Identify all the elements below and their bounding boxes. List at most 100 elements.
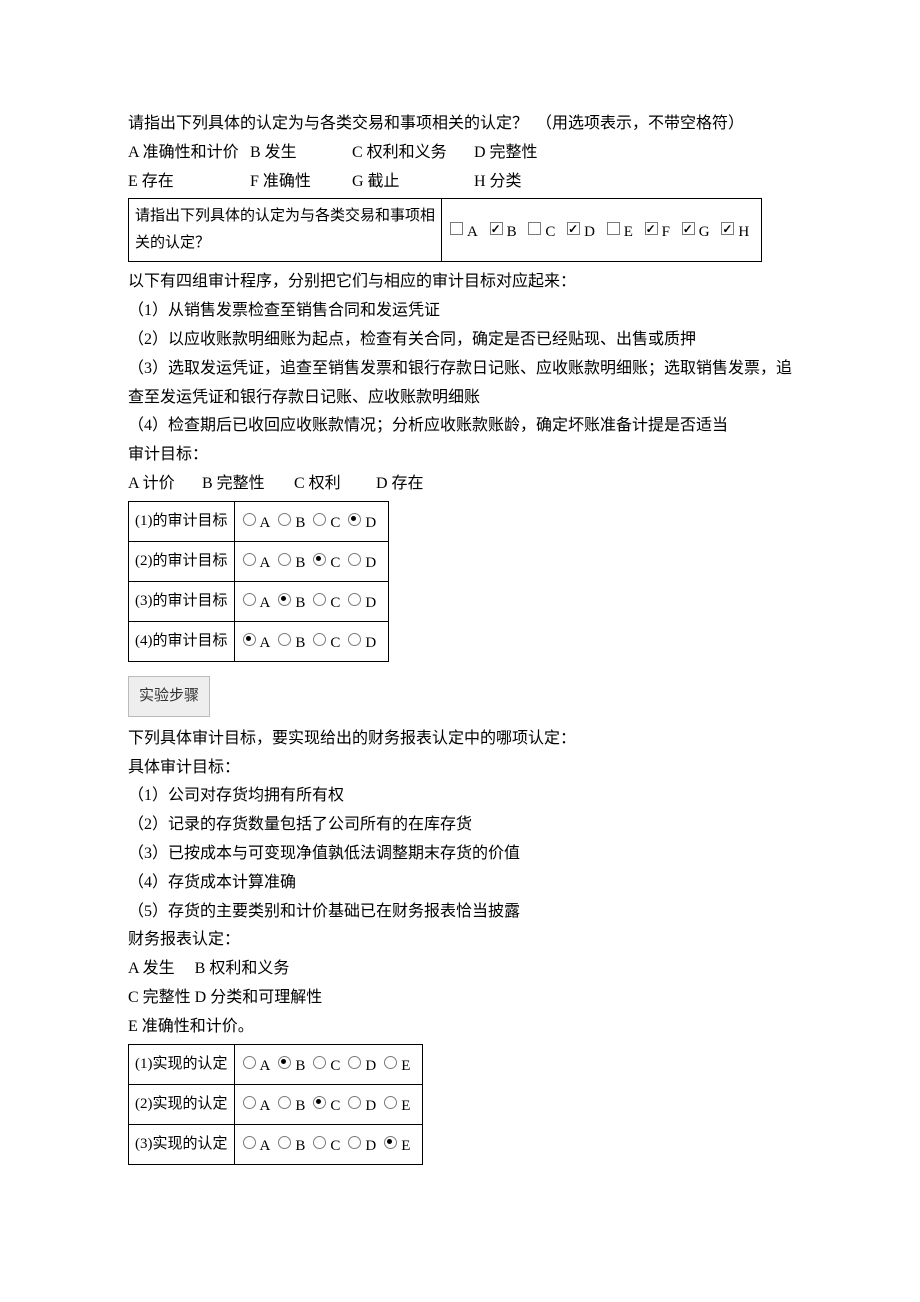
radio-label: A	[260, 635, 271, 651]
radio-b[interactable]	[278, 593, 291, 606]
row-label: (3)实现的认定	[129, 1124, 235, 1164]
checkbox-c[interactable]	[528, 222, 541, 235]
radio-d[interactable]	[348, 593, 361, 606]
radio-label: D	[365, 555, 376, 571]
q2-item-2: （2）以应收账款明细账为起点，检查有关合同，确定是否已经贴现、出售或质押	[128, 326, 792, 355]
radio-c[interactable]	[313, 1136, 326, 1149]
checkbox-label-c: C	[545, 224, 555, 240]
radio-a[interactable]	[243, 1136, 256, 1149]
radio-d[interactable]	[348, 1136, 361, 1149]
checkbox-b[interactable]	[490, 222, 503, 235]
checkbox-e[interactable]	[607, 222, 620, 235]
radio-d[interactable]	[348, 513, 361, 526]
q1-prompt: 请指出下列具体的认定为与各类交易和事项相关的认定？ （用选项表示，不带空格符）	[128, 110, 792, 139]
row-label: (3)的审计目标	[129, 581, 235, 621]
radio-label: C	[330, 1138, 340, 1154]
q2-options: A 计价 B 完整性 C 权利 D 存在	[128, 470, 792, 499]
radio-label: C	[330, 515, 340, 531]
radio-label: A	[260, 515, 271, 531]
radio-b[interactable]	[278, 553, 291, 566]
row-label: (2)的审计目标	[129, 541, 235, 581]
checkbox-label-h: H	[738, 224, 749, 240]
radio-c[interactable]	[313, 633, 326, 646]
q3-item-2: （2）记录的存货数量包括了公司所有的在库存货	[128, 811, 792, 840]
checkbox-h[interactable]	[721, 222, 734, 235]
row-label: (2)实现的认定	[129, 1084, 235, 1124]
radio-label: C	[330, 555, 340, 571]
q1-opt-b: B 发生	[250, 139, 348, 168]
radio-label: C	[330, 595, 340, 611]
q1-checkbox-cell: A B C D E F G H	[442, 199, 762, 262]
checkbox-d[interactable]	[567, 222, 580, 235]
q3-opts-line1: A 发生 B 权利和义务	[128, 955, 792, 984]
radio-c[interactable]	[313, 553, 326, 566]
row-options: ABCD	[234, 581, 389, 621]
radio-a[interactable]	[243, 633, 256, 646]
checkbox-g[interactable]	[682, 222, 695, 235]
radio-c[interactable]	[313, 513, 326, 526]
radio-a[interactable]	[243, 1056, 256, 1069]
q2-targets-label: 审计目标：	[128, 441, 792, 470]
radio-b[interactable]	[278, 1096, 291, 1109]
row-label: (1)的审计目标	[129, 501, 235, 541]
radio-label: B	[295, 515, 305, 531]
radio-e[interactable]	[384, 1136, 397, 1149]
radio-a[interactable]	[243, 1096, 256, 1109]
q2-opt-a: A 计价	[128, 470, 198, 499]
q3-item-4: （4）存货成本计算准确	[128, 869, 792, 898]
row-options: ABCDE	[234, 1084, 423, 1124]
q1-opt-f: F 准确性	[250, 168, 348, 197]
q2-item-1: （1）从销售发票检查至销售合同和发运凭证	[128, 297, 792, 326]
radio-a[interactable]	[243, 513, 256, 526]
radio-d[interactable]	[348, 633, 361, 646]
q3-sub1: 具体审计目标：	[128, 754, 792, 783]
q1-opt-a: A 准确性和计价	[128, 139, 246, 168]
checkbox-label-d: D	[584, 224, 595, 240]
radio-label: A	[260, 1098, 271, 1114]
radio-a[interactable]	[243, 593, 256, 606]
radio-c[interactable]	[313, 593, 326, 606]
radio-e[interactable]	[384, 1056, 397, 1069]
radio-d[interactable]	[348, 1096, 361, 1109]
radio-b[interactable]	[278, 513, 291, 526]
row-label: (1)实现的认定	[129, 1044, 235, 1084]
radio-label: D	[365, 1098, 376, 1114]
q3-item-3: （3）已按成本与可变现净值孰低法调整期末存货的价值	[128, 840, 792, 869]
checkbox-a[interactable]	[450, 222, 463, 235]
q2-opt-c: C 权利	[294, 470, 372, 499]
radio-a[interactable]	[243, 553, 256, 566]
q1-opt-e: E 存在	[128, 168, 246, 197]
radio-label: B	[295, 635, 305, 651]
row-label: (4)的审计目标	[129, 621, 235, 661]
row-options: ABCD	[234, 501, 389, 541]
radio-d[interactable]	[348, 553, 361, 566]
radio-label: A	[260, 1138, 271, 1154]
radio-label: C	[330, 1098, 340, 1114]
experiment-steps-button[interactable]: 实验步骤	[128, 676, 210, 717]
checkbox-f[interactable]	[645, 222, 658, 235]
row-options: ABCD	[234, 621, 389, 661]
q3-intro: 下列具体审计目标，要实现给出的财务报表认定中的哪项认定：	[128, 725, 792, 754]
radio-label: A	[260, 555, 271, 571]
q1-table-label: 请指出下列具体的认定为与各类交易和事项相关的认定？	[129, 199, 442, 262]
q2-opt-b: B 完整性	[202, 470, 290, 499]
radio-label: E	[401, 1058, 410, 1074]
radio-e[interactable]	[384, 1096, 397, 1109]
radio-b[interactable]	[278, 633, 291, 646]
radio-b[interactable]	[278, 1136, 291, 1149]
q2-intro: 以下有四组审计程序，分别把它们与相应的审计目标对应起来：	[128, 268, 792, 297]
q3-table: (1)实现的认定ABCDE(2)实现的认定ABCDE(3)实现的认定ABCDE	[128, 1044, 423, 1165]
radio-b[interactable]	[278, 1056, 291, 1069]
q1-opt-d: D 完整性	[474, 139, 538, 168]
radio-c[interactable]	[313, 1096, 326, 1109]
radio-label: D	[365, 1138, 376, 1154]
checkbox-label-g: G	[699, 224, 710, 240]
radio-label: B	[295, 595, 305, 611]
radio-label: C	[330, 635, 340, 651]
q3-sub2: 财务报表认定：	[128, 926, 792, 955]
q3-item-5: （5）存货的主要类别和计价基础已在财务报表恰当披露	[128, 898, 792, 927]
radio-label: E	[401, 1098, 410, 1114]
radio-c[interactable]	[313, 1056, 326, 1069]
radio-d[interactable]	[348, 1056, 361, 1069]
q1-opt-c: C 权利和义务	[352, 139, 470, 168]
